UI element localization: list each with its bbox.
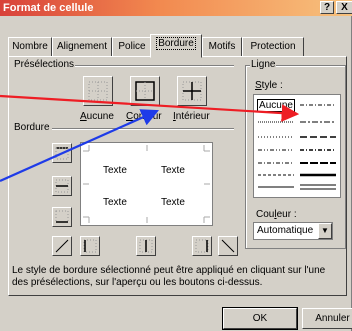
ok-button[interactable]: OK bbox=[222, 307, 298, 330]
presets-label: Présélections bbox=[13, 59, 76, 70]
preset-none-button[interactable] bbox=[83, 76, 113, 106]
border-diagonal-down-button[interactable] bbox=[218, 236, 238, 256]
color-select[interactable]: Automatique ▼ bbox=[253, 222, 333, 240]
tab-motifs[interactable]: Motifs bbox=[202, 37, 242, 57]
line-style-samples bbox=[258, 104, 336, 190]
title-bar: Format de cellule bbox=[0, 0, 352, 16]
border-inside-vertical-button[interactable] bbox=[136, 236, 156, 256]
tab-nombre[interactable]: Nombre bbox=[8, 37, 52, 57]
preset-outline-label: Contour bbox=[126, 111, 162, 122]
format-cells-dialog: Format de cellule ? X Nombre Alignement … bbox=[0, 0, 352, 331]
dialog-title: Format de cellule bbox=[3, 2, 94, 14]
preset-none-icon bbox=[88, 81, 108, 101]
preset-none-label: Aucune bbox=[80, 111, 114, 122]
border-inside-horizontal-icon bbox=[55, 179, 69, 193]
border-top-button[interactable] bbox=[52, 143, 72, 163]
border-left-button[interactable] bbox=[80, 236, 100, 256]
border-bottom-icon bbox=[55, 210, 69, 223]
preset-inside-button[interactable] bbox=[177, 76, 207, 106]
border-right-button[interactable] bbox=[192, 236, 212, 256]
diagonal-down-icon bbox=[221, 239, 235, 253]
color-select-value: Automatique bbox=[257, 225, 314, 236]
close-button[interactable]: X bbox=[336, 1, 352, 14]
preview-text-top-left: Texte bbox=[103, 165, 127, 176]
tab-bordure-label: Bordure bbox=[156, 37, 196, 50]
help-button[interactable]: ? bbox=[320, 1, 334, 14]
presets-divider bbox=[70, 65, 234, 67]
line-style-list[interactable]: Aucune bbox=[253, 94, 341, 198]
tab-bordure[interactable]: Bordure bbox=[150, 34, 202, 58]
border-preview[interactable]: Texte Texte Texte Texte bbox=[80, 142, 213, 226]
cancel-button[interactable]: Annuler bbox=[302, 308, 352, 329]
dropdown-arrow-icon[interactable]: ▼ bbox=[318, 223, 332, 239]
line-label: Ligne bbox=[250, 59, 277, 70]
tab-protection[interactable]: Protection bbox=[242, 37, 304, 57]
info-text: Le style de bordure sélectionné peut êtr… bbox=[12, 265, 326, 288]
border-left-icon bbox=[83, 239, 97, 253]
preset-inside-label: Intérieur bbox=[173, 111, 210, 122]
border-right-icon bbox=[195, 239, 209, 253]
border-top-icon bbox=[55, 147, 69, 160]
preset-outline-icon bbox=[135, 81, 155, 101]
border-inside-vertical-icon bbox=[139, 239, 153, 253]
border-divider bbox=[52, 128, 234, 130]
preview-text-bottom-right: Texte bbox=[161, 197, 185, 208]
preset-inside-icon bbox=[182, 81, 202, 101]
border-inside-horizontal-button[interactable] bbox=[52, 176, 72, 196]
diagonal-up-icon bbox=[55, 239, 69, 253]
color-label: Couleur : bbox=[256, 209, 297, 220]
style-label: Style : bbox=[255, 80, 283, 91]
border-label: Bordure bbox=[13, 122, 51, 133]
tab-alignement[interactable]: Alignement bbox=[52, 37, 112, 57]
tab-police[interactable]: Police bbox=[112, 37, 152, 57]
preview-guides bbox=[83, 145, 210, 223]
border-diagonal-up-button[interactable] bbox=[52, 236, 72, 256]
preview-text-bottom-left: Texte bbox=[103, 197, 127, 208]
preset-outline-button[interactable] bbox=[130, 76, 160, 106]
preview-text-top-right: Texte bbox=[161, 165, 185, 176]
border-bottom-button[interactable] bbox=[52, 207, 72, 227]
